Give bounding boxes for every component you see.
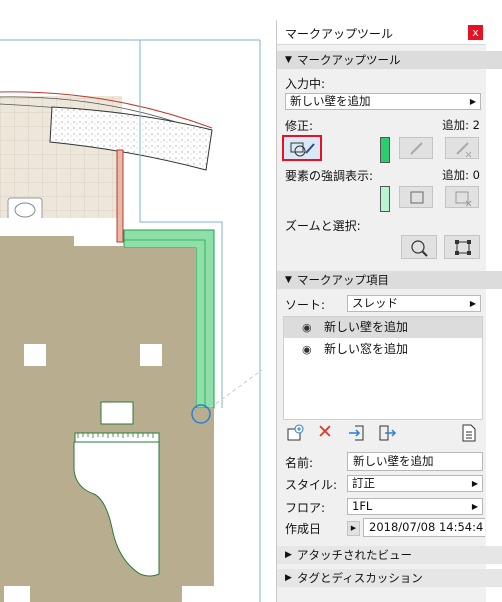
attached-views-title: アタッチされたビュー: [297, 548, 412, 562]
list-item[interactable]: ◉ 新しい窓を追加: [284, 339, 482, 360]
modify-erase-button[interactable]: [445, 137, 479, 159]
dropdown-arrow-icon: ▶: [471, 502, 478, 511]
zoom-select-label: ズームと選択:: [285, 219, 361, 233]
modify-color-swatch[interactable]: [380, 137, 390, 163]
created-date-field: 2018/07/08 14:54:4: [363, 518, 485, 537]
floor-plan-drawing: [0, 39, 262, 602]
collapse-triangle-icon: ▼: [285, 275, 292, 285]
input-dropdown[interactable]: 新しい壁を追加 ▶: [285, 93, 481, 110]
highlight-color-swatch[interactable]: [380, 186, 390, 212]
zoom-button[interactable]: [401, 235, 437, 259]
markup-tool-section-header[interactable]: ▼ マークアップツール: [277, 51, 502, 69]
sort-dropdown[interactable]: スレッド ▶: [347, 295, 481, 312]
deselect-element-icon: [455, 191, 472, 207]
input-label: 入力中:: [285, 77, 326, 91]
highlight-element-button[interactable]: [399, 186, 433, 208]
panel-titlebar[interactable]: マークアップツール x: [277, 20, 486, 45]
shapes-pen-icon: [290, 142, 315, 157]
pencil-remove-icon: [456, 142, 472, 158]
select-button[interactable]: [444, 235, 480, 259]
floor-dropdown[interactable]: 1FL ▶: [347, 498, 483, 515]
dropdown-arrow-icon: ▶: [469, 97, 476, 106]
sort-label: ソート:: [285, 298, 326, 312]
modify-label: 修正:: [285, 119, 314, 133]
list-item[interactable]: ◉ 新しい壁を追加: [284, 317, 482, 338]
list-item-label: 新しい窓を追加: [324, 342, 409, 356]
floor-dropdown-value: 1FL: [352, 499, 373, 513]
sort-dropdown-value: スレッド: [352, 296, 398, 310]
modify-add-count: 追加: 2: [442, 118, 480, 132]
highlight-label: 要素の強調表示:: [285, 169, 374, 183]
markup-tool-section-title: マークアップツール: [297, 53, 401, 67]
report-button[interactable]: [459, 424, 479, 442]
list-item-label: 新しい壁を追加: [324, 320, 409, 334]
close-button[interactable]: x: [468, 25, 483, 40]
import-icon: [349, 425, 364, 441]
markup-items-section-title: マークアップ項目: [297, 273, 389, 287]
document-icon: [462, 424, 476, 442]
select-element-icon: [410, 191, 424, 204]
markup-tool-panel: マークアップツール x ▼ マークアップツール 入力中: 新しい壁を追加 ▶ 修…: [276, 20, 502, 602]
highlight-add-count: 追加: 0: [442, 168, 480, 182]
dropdown-arrow-icon: ▶: [469, 299, 476, 308]
add-item-button[interactable]: [285, 424, 305, 442]
tags-discussion-section-header[interactable]: ▶ タグとディスカッション: [277, 569, 502, 587]
select-nodes-icon: [455, 240, 471, 255]
style-dropdown-value: 訂正: [352, 476, 375, 490]
dropdown-arrow-icon: ▶: [471, 479, 478, 488]
modify-pen-button[interactable]: [399, 137, 433, 159]
floor-label: フロア:: [285, 501, 326, 515]
panel-title: マークアップツール: [285, 27, 394, 41]
pencil-icon: [410, 142, 423, 155]
expand-arrow-icon: ▶: [350, 524, 357, 532]
expand-triangle-icon: ▶: [285, 573, 292, 583]
remove-highlight-button[interactable]: [445, 186, 479, 208]
created-date-toggle[interactable]: ▶: [347, 521, 360, 536]
created-date-label: 作成日: [285, 522, 322, 536]
name-label: 名前:: [285, 456, 314, 470]
import-button[interactable]: [347, 424, 367, 442]
collapse-triangle-icon: ▼: [285, 55, 292, 65]
magnifier-icon: [411, 240, 428, 257]
input-dropdown-value: 新しい壁を追加: [290, 94, 371, 108]
new-markup-icon: [287, 424, 304, 441]
export-button[interactable]: [377, 424, 397, 442]
markup-items-section-header[interactable]: ▼ マークアップ項目: [277, 271, 502, 289]
name-input[interactable]: 新しい壁を追加: [347, 452, 483, 471]
export-icon: [379, 425, 397, 441]
markup-modify-button[interactable]: [282, 135, 322, 161]
style-label: スタイル:: [285, 478, 338, 492]
style-dropdown[interactable]: 訂正 ▶: [347, 475, 483, 492]
delete-item-button[interactable]: ✕: [317, 421, 335, 443]
drawing-canvas[interactable]: [0, 0, 262, 602]
tags-discussion-title: タグとディスカッション: [297, 571, 423, 585]
expand-triangle-icon: ▶: [285, 550, 292, 560]
delete-x-icon: ✕: [317, 421, 333, 443]
attached-views-section-header[interactable]: ▶ アタッチされたビュー: [277, 546, 502, 564]
eye-icon[interactable]: ◉: [302, 317, 312, 338]
eye-icon[interactable]: ◉: [302, 339, 312, 360]
